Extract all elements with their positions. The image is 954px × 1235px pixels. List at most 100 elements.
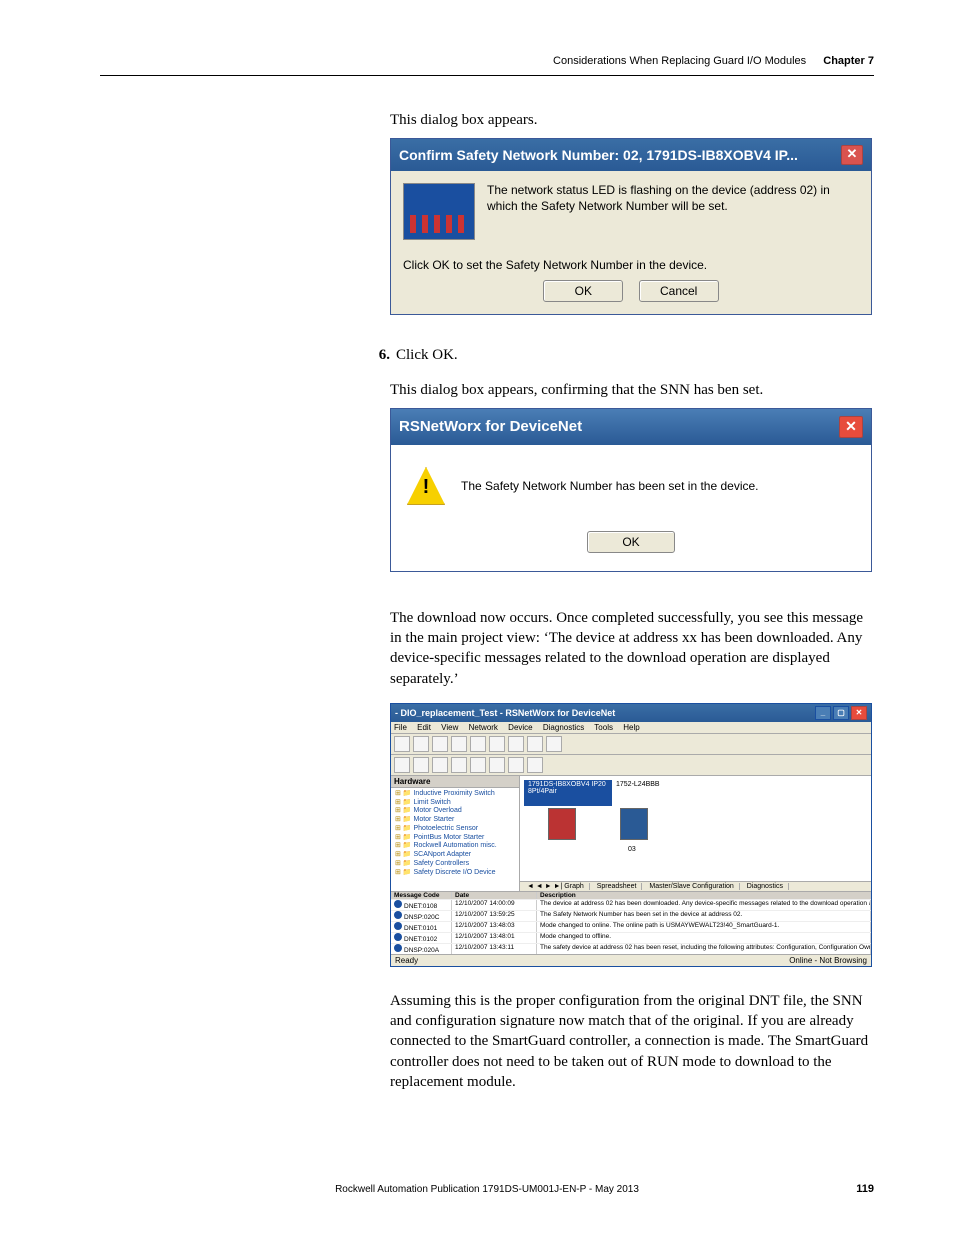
app-toolbar — [391, 734, 871, 755]
toolbar-button[interactable] — [508, 736, 524, 752]
toolbar-button[interactable] — [527, 757, 543, 773]
tree-item[interactable]: Photoelectric Sensor — [395, 825, 515, 834]
tree-item[interactable]: Motor Overload — [395, 807, 515, 816]
tree-item[interactable]: Safety Controllers — [395, 860, 515, 869]
toolbar-button[interactable] — [546, 736, 562, 752]
close-icon[interactable]: ✕ — [841, 145, 863, 165]
confirm-snn-dialog: Confirm Safety Network Number: 02, 1791D… — [390, 138, 872, 315]
col-header-desc: Description — [537, 892, 871, 899]
dialog-title-text: Confirm Safety Network Number: 02, 1791D… — [399, 147, 798, 163]
tree-item[interactable]: PointBus Motor Starter — [395, 834, 515, 843]
maximize-icon[interactable]: ▢ — [833, 706, 849, 720]
tab-master-slave[interactable]: Master/Slave Configuration — [644, 883, 739, 890]
ok-button[interactable]: OK — [587, 531, 675, 553]
tree-item[interactable]: SCANport Adapter — [395, 851, 515, 860]
tree-item[interactable]: Rockwell Automation misc. — [395, 842, 515, 851]
app-titlebar: - DIO_replacement_Test - RSNetWorx for D… — [391, 704, 871, 722]
toolbar-button[interactable] — [413, 736, 429, 752]
chapter-label: Chapter 7 — [823, 55, 874, 67]
menu-edit[interactable]: Edit — [417, 723, 431, 732]
minimize-icon[interactable]: _ — [815, 706, 831, 720]
tree-item[interactable]: Safety Discrete I/O Device — [395, 869, 515, 878]
running-header: Considerations When Replacing Guard I/O … — [553, 55, 874, 67]
menu-view[interactable]: View — [441, 723, 458, 732]
device-thumbnail — [403, 183, 475, 240]
message-row[interactable]: DNET:0108 12/10/2007 14:00:09 The device… — [391, 899, 871, 910]
toolbar-button[interactable] — [527, 736, 543, 752]
message-row[interactable]: DNET:0101 12/10/2007 13:48:03 Mode chang… — [391, 921, 871, 932]
app-menubar[interactable]: File Edit View Network Device Diagnostic… — [391, 722, 871, 734]
intro-text-2: This dialog box appears, confirming that… — [390, 380, 874, 400]
paragraph-1: The download now occurs. Once completed … — [390, 608, 874, 689]
dialog-prompt: Click OK to set the Safety Network Numbe… — [403, 258, 859, 272]
menu-network[interactable]: Network — [469, 723, 498, 732]
app-toolbar-2 — [391, 755, 871, 776]
intro-text-1: This dialog box appears. — [390, 110, 874, 130]
section-title: Considerations When Replacing Guard I/O … — [553, 55, 806, 67]
menu-file[interactable]: File — [394, 723, 407, 732]
toolbar-button[interactable] — [413, 757, 429, 773]
toolbar-button[interactable] — [394, 736, 410, 752]
message-row[interactable]: DNSP:020C 12/10/2007 13:59:25 The Safety… — [391, 910, 871, 921]
publication-id: Rockwell Automation Publication 1791DS-U… — [335, 1184, 639, 1195]
info-icon — [394, 933, 402, 941]
hardware-tree[interactable]: Inductive Proximity Switch Limit Switch … — [391, 788, 519, 880]
toolbar-button[interactable] — [432, 736, 448, 752]
menu-diagnostics[interactable]: Diagnostics — [543, 723, 584, 732]
cancel-button[interactable]: Cancel — [639, 280, 719, 302]
step-6: 6. Click OK. — [368, 345, 874, 365]
dialog-message: The Safety Network Number has been set i… — [461, 479, 759, 493]
device-label[interactable]: 1752-L24BBB — [612, 780, 664, 789]
tab-spreadsheet[interactable]: Spreadsheet — [592, 883, 643, 890]
warning-icon — [407, 467, 445, 505]
ok-button[interactable]: OK — [543, 280, 623, 302]
message-row[interactable]: DNET:0102 12/10/2007 13:48:01 Mode chang… — [391, 932, 871, 943]
tree-item[interactable]: Inductive Proximity Switch — [395, 790, 515, 799]
close-icon[interactable]: ✕ — [851, 706, 867, 720]
paragraph-2: Assuming this is the proper configuratio… — [390, 991, 874, 1092]
device-label-selected[interactable]: 1791DS-IB8XOBV4 IP20 8Pt/4Pair — [524, 780, 612, 806]
device-icon[interactable] — [620, 808, 648, 840]
menu-help[interactable]: Help — [623, 723, 639, 732]
toolbar-button[interactable] — [470, 736, 486, 752]
toolbar-button[interactable] — [470, 757, 486, 773]
step-text: Click OK. — [396, 345, 458, 365]
info-icon — [394, 900, 402, 908]
header-rule — [100, 75, 874, 76]
step-number: 6. — [368, 347, 396, 364]
col-header-code: Message Code — [391, 892, 452, 899]
sidebar-header: Hardware — [391, 776, 519, 788]
status-right: Online - Not Browsing — [789, 956, 867, 965]
info-icon — [394, 944, 402, 952]
device-icon[interactable] — [548, 808, 576, 840]
dialog-title-text: RSNetWorx for DeviceNet — [399, 418, 582, 435]
message-row[interactable]: DNSP:020A 12/10/2007 13:43:11 The safety… — [391, 943, 871, 954]
toolbar-button[interactable] — [451, 757, 467, 773]
hardware-sidebar: Hardware Inductive Proximity Switch Limi… — [391, 776, 520, 891]
status-left: Ready — [395, 956, 418, 965]
dialog-message: The network status LED is flashing on th… — [487, 183, 859, 214]
tree-item[interactable]: Limit Switch — [395, 799, 515, 808]
app-title-text: - DIO_replacement_Test - RSNetWorx for D… — [395, 708, 615, 718]
dialog-titlebar: Confirm Safety Network Number: 02, 1791D… — [391, 139, 871, 171]
toolbar-button[interactable] — [489, 757, 505, 773]
device-address: 03 — [628, 846, 636, 853]
info-icon — [394, 922, 402, 930]
close-icon[interactable]: ✕ — [839, 416, 863, 438]
toolbar-button[interactable] — [451, 736, 467, 752]
toolbar-button[interactable] — [508, 757, 524, 773]
tab-graph[interactable]: ◄ ◄ ► ►| Graph — [522, 883, 590, 890]
view-tabs: ◄ ◄ ► ►| Graph Spreadsheet Master/Slave … — [520, 881, 871, 891]
toolbar-button[interactable] — [432, 757, 448, 773]
col-header-date: Date — [452, 892, 537, 899]
toolbar-button[interactable] — [489, 736, 505, 752]
menu-device[interactable]: Device — [508, 723, 532, 732]
rsnetworx-confirm-dialog: RSNetWorx for DeviceNet ✕ The Safety Net… — [390, 408, 872, 572]
dialog-titlebar: RSNetWorx for DeviceNet ✕ — [391, 409, 871, 445]
tab-diagnostics[interactable]: Diagnostics — [742, 883, 789, 890]
tree-item[interactable]: Motor Starter — [395, 816, 515, 825]
graph-canvas[interactable]: 1791DS-IB8XOBV4 IP20 8Pt/4Pair 1752-L24B… — [520, 776, 871, 891]
status-bar: Ready Online - Not Browsing — [391, 954, 871, 966]
toolbar-button[interactable] — [394, 757, 410, 773]
menu-tools[interactable]: Tools — [594, 723, 613, 732]
